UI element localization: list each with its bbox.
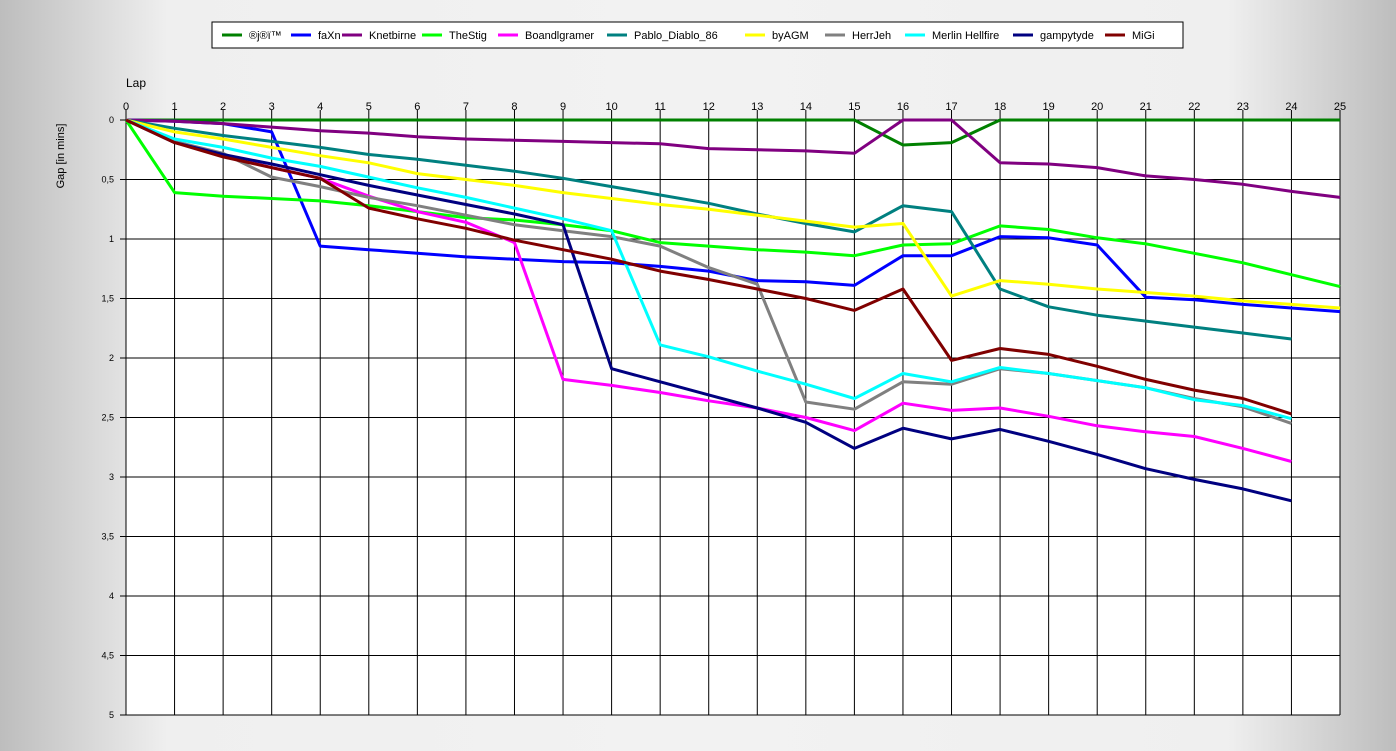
- x-tick-label: 22: [1188, 101, 1200, 113]
- x-tick-label: 11: [654, 101, 665, 113]
- legend-label: Boandlgramer: [525, 30, 594, 42]
- chart-canvas: 0 1 2 3 4 5 6 7 8 9 10 11 12 13 14 15 16 17 18 19 20 21 22 23 24…: [55, 21, 1346, 720]
- legend-label: ®j®ï™: [249, 30, 282, 42]
- x-tick-label: 24: [1285, 101, 1297, 113]
- x-tick-label: 0: [123, 101, 129, 113]
- y-tick-label: 4,5: [101, 651, 114, 661]
- y-tick-label: 1,5: [101, 294, 114, 304]
- x-tick-label: 16: [897, 101, 909, 113]
- race-gap-chart: 0 1 2 3 4 5 6 7 8 9 10 11 12 13 14 15 16 17 18 19 20 21 22 23 24…: [0, 0, 1396, 746]
- x-tick-label: 3: [269, 101, 275, 113]
- legend-label: Pablo_Diablo_86: [634, 30, 718, 42]
- x-tick-label: 19: [1043, 101, 1055, 113]
- y-tick-label: 4: [109, 591, 114, 601]
- y-tick-label: 2: [109, 353, 114, 363]
- x-tick-label: 8: [511, 101, 517, 113]
- y-tick-label: 1: [109, 234, 114, 244]
- x-tick-label: 20: [1091, 101, 1103, 113]
- x-tick-label: 13: [751, 101, 763, 113]
- legend-label: faXn: [318, 30, 341, 42]
- y-tick-label: 0,5: [101, 175, 114, 185]
- x-tick-label: 15: [848, 101, 860, 113]
- x-tick-label: 23: [1237, 101, 1249, 113]
- x-tick-label: 17: [945, 101, 957, 113]
- y-tick-label: 3,5: [101, 532, 114, 542]
- legend-label: gampytyde: [1040, 30, 1094, 42]
- x-tick-label: 18: [994, 101, 1006, 113]
- x-tick-label: 2: [220, 101, 226, 113]
- legend-label: MiGi: [1132, 30, 1155, 42]
- legend-label: Merlin Hellfire: [932, 30, 999, 42]
- y-tick-label: 3: [109, 472, 114, 482]
- x-tick-label: 10: [605, 101, 617, 113]
- legend[interactable]: ®j®ï™ faXn Knetbirne TheStig Boandlgramer Pab…: [211, 21, 1184, 49]
- x-tick-label: 21: [1140, 101, 1152, 113]
- x-tick-label: 25: [1334, 101, 1346, 113]
- y-tick-label: 5: [109, 710, 114, 720]
- legend-label: HerrJeh: [852, 30, 891, 42]
- x-tick-label: 7: [463, 101, 469, 113]
- legend-label: byAGM: [772, 30, 809, 42]
- x-tick-label: 12: [703, 101, 715, 113]
- x-tick-label: 9: [560, 101, 566, 113]
- x-axis-label: Lap: [126, 76, 146, 90]
- x-tick-label: 6: [414, 101, 420, 113]
- x-tick-label: 4: [317, 101, 323, 113]
- legend-label: Knetbirne: [369, 30, 416, 42]
- x-tick-label: 5: [366, 101, 372, 113]
- x-tick-label: 14: [800, 101, 812, 113]
- y-axis-label: Gap [in mins]: [55, 124, 67, 189]
- y-tick-label: 2,5: [101, 413, 114, 423]
- x-tick-label: 1: [171, 101, 177, 113]
- y-tick-label: 0: [109, 115, 114, 125]
- legend-label: TheStig: [449, 30, 487, 42]
